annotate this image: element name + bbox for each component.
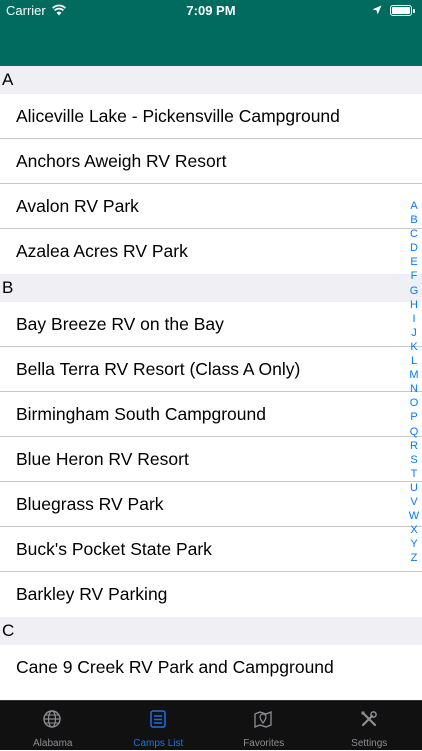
index-letter[interactable]: G bbox=[404, 284, 422, 298]
index-letter[interactable]: N bbox=[404, 382, 422, 396]
index-letter[interactable]: O bbox=[404, 396, 422, 410]
list-item[interactable]: Anchors Aweigh RV Resort bbox=[0, 139, 422, 184]
index-letter[interactable]: K bbox=[404, 340, 422, 354]
tab-camps-list[interactable]: Camps List bbox=[106, 701, 212, 751]
tab-favorites-label: Favorites bbox=[211, 738, 317, 749]
clock: 7:09 PM bbox=[0, 3, 422, 18]
list-item[interactable]: Bluegrass RV Park bbox=[0, 482, 422, 527]
list-item[interactable]: Azalea Acres RV Park bbox=[0, 229, 422, 274]
list-item[interactable]: Bay Breeze RV on the Bay bbox=[0, 302, 422, 347]
section-header: A bbox=[0, 66, 422, 94]
index-letter[interactable]: Q bbox=[404, 425, 422, 439]
index-letter[interactable]: B bbox=[404, 213, 422, 227]
list-item[interactable]: Birmingham South Campground bbox=[0, 392, 422, 437]
list-icon bbox=[148, 709, 168, 729]
status-bar: Carrier 7:09 PM bbox=[0, 0, 422, 22]
index-letter[interactable]: H bbox=[404, 298, 422, 312]
map-pin-icon bbox=[253, 709, 273, 729]
globe-icon bbox=[42, 709, 62, 729]
tools-icon bbox=[359, 709, 379, 729]
index-letter[interactable]: Z bbox=[404, 551, 422, 565]
index-letter[interactable]: D bbox=[404, 241, 422, 255]
index-letter[interactable]: T bbox=[404, 467, 422, 481]
index-letter[interactable]: U bbox=[404, 481, 422, 495]
list-item[interactable]: Blue Heron RV Resort bbox=[0, 437, 422, 482]
section-index[interactable]: ABCDEFGHIJKLMNOPQRSTUVWXYZ bbox=[404, 199, 422, 565]
index-letter[interactable]: X bbox=[404, 523, 422, 537]
list-item[interactable]: Avalon RV Park bbox=[0, 184, 422, 229]
index-letter[interactable]: I bbox=[404, 312, 422, 326]
index-letter[interactable]: J bbox=[404, 326, 422, 340]
index-letter[interactable]: M bbox=[404, 368, 422, 382]
nav-header: Carrier 7:09 PM bbox=[0, 0, 422, 66]
index-letter[interactable]: A bbox=[404, 199, 422, 213]
section-header: C bbox=[0, 617, 422, 645]
section-header: B bbox=[0, 274, 422, 302]
tab-alabama-label: Alabama bbox=[0, 738, 106, 749]
list-item[interactable]: Aliceville Lake - Pickensville Campgroun… bbox=[0, 94, 422, 139]
index-letter[interactable]: F bbox=[404, 269, 422, 283]
index-letter[interactable]: R bbox=[404, 439, 422, 453]
tab-settings[interactable]: Settings bbox=[317, 701, 422, 751]
tab-favorites[interactable]: Favorites bbox=[211, 701, 317, 751]
tab-settings-label: Settings bbox=[317, 738, 422, 749]
list-item[interactable]: Buck's Pocket State Park bbox=[0, 527, 422, 572]
location-arrow-icon bbox=[372, 5, 382, 15]
index-letter[interactable]: W bbox=[404, 509, 422, 523]
tab-bar: Alabama Camps List Favorites Settings bbox=[0, 700, 422, 750]
tab-alabama[interactable]: Alabama bbox=[0, 701, 106, 751]
battery-icon bbox=[390, 5, 412, 16]
index-letter[interactable]: Y bbox=[404, 537, 422, 551]
camps-list[interactable]: AAliceville Lake - Pickensville Campgrou… bbox=[0, 66, 422, 700]
index-letter[interactable]: C bbox=[404, 227, 422, 241]
list-item[interactable]: Bella Terra RV Resort (Class A Only) bbox=[0, 347, 422, 392]
index-letter[interactable]: P bbox=[404, 410, 422, 424]
index-letter[interactable]: L bbox=[404, 354, 422, 368]
list-item[interactable]: Cane 9 Creek RV Park and Campground bbox=[0, 645, 422, 690]
index-letter[interactable]: E bbox=[404, 255, 422, 269]
index-letter[interactable]: S bbox=[404, 453, 422, 467]
tab-camps-list-label: Camps List bbox=[106, 738, 212, 749]
list-item[interactable]: Barkley RV Parking bbox=[0, 572, 422, 617]
index-letter[interactable]: V bbox=[404, 495, 422, 509]
